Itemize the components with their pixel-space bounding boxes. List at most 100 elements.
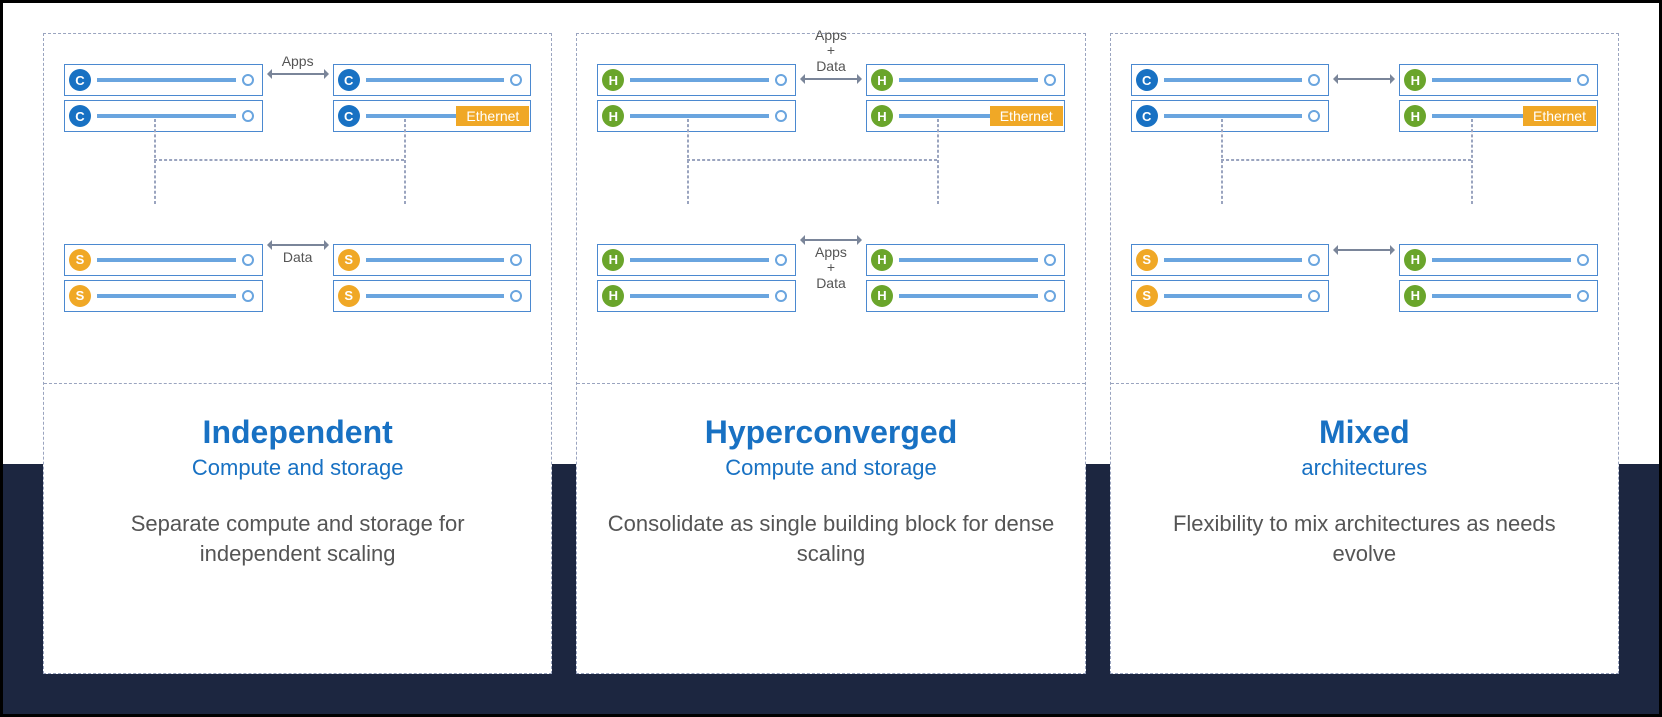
server-port-icon — [775, 110, 787, 122]
panel-title: Independent — [74, 414, 521, 451]
server-port-icon — [242, 74, 254, 86]
connector-line — [404, 119, 406, 204]
server-port-icon — [1308, 254, 1320, 266]
panel-subtitle: Compute and storage — [607, 455, 1054, 481]
server-bar-icon — [1432, 294, 1571, 298]
node-pair: SS — [333, 244, 532, 364]
server-node: H — [597, 280, 796, 312]
node-type-badge: H — [602, 249, 624, 271]
node-type-badge: H — [871, 249, 893, 271]
node-type-badge: H — [1404, 285, 1426, 307]
flow-label: Apps — [282, 54, 314, 69]
server-bar-icon — [366, 258, 505, 262]
arrow-top: Apps + Data — [801, 28, 861, 80]
panel-description: Consolidate as single building block for… — [607, 509, 1054, 568]
node-type-badge: H — [1404, 105, 1426, 127]
server-bar-icon — [366, 294, 505, 298]
node-pair: SS — [1131, 244, 1330, 364]
node-type-badge: C — [69, 69, 91, 91]
double-arrow-icon — [1334, 249, 1394, 251]
node-type-badge: H — [871, 105, 893, 127]
server-node: H — [597, 100, 796, 132]
server-port-icon — [775, 290, 787, 302]
panel-hyperconverged: HH HH HH HH Apps + Data Apps + Data Ethe… — [576, 33, 1085, 674]
flow-label: Apps + Data — [815, 28, 847, 74]
node-type-badge: S — [338, 249, 360, 271]
arrow-bottom: Apps + Data — [801, 239, 861, 291]
connector-line — [1221, 119, 1223, 204]
server-port-icon — [510, 74, 522, 86]
node-type-badge: H — [1404, 69, 1426, 91]
connector-line — [154, 159, 404, 161]
double-arrow-icon — [801, 239, 861, 241]
panel-title: Hyperconverged — [607, 414, 1054, 451]
node-type-badge: C — [69, 105, 91, 127]
connector-line — [687, 159, 937, 161]
server-bar-icon — [630, 294, 769, 298]
server-port-icon — [242, 254, 254, 266]
panel-description: Flexibility to mix architectures as need… — [1141, 509, 1588, 568]
flow-label: Apps + Data — [815, 245, 847, 291]
server-port-icon — [1577, 74, 1589, 86]
flow-label: Data — [283, 250, 313, 265]
server-node: S — [1131, 244, 1330, 276]
diagram-mixed: CC HH SS HH Ethernet — [1111, 34, 1618, 384]
arrow-top: Apps — [268, 54, 328, 75]
server-node: S — [1131, 280, 1330, 312]
node-type-badge: S — [69, 249, 91, 271]
arrow-bottom: Data — [268, 244, 328, 265]
node-type-badge: H — [602, 105, 624, 127]
panel-row: CC CC SS SS Apps Data Ethernet Independe… — [3, 3, 1659, 714]
server-port-icon — [1044, 254, 1056, 266]
server-port-icon — [1308, 290, 1320, 302]
connector-line — [154, 119, 156, 204]
ethernet-tag: Ethernet — [456, 106, 529, 126]
server-bar-icon — [97, 114, 236, 118]
server-port-icon — [1577, 290, 1589, 302]
panel-description: Separate compute and storage for indepen… — [74, 509, 521, 568]
node-type-badge: H — [602, 69, 624, 91]
server-bar-icon — [97, 294, 236, 298]
server-node: H — [597, 64, 796, 96]
panel-title: Mixed — [1141, 414, 1588, 451]
server-bar-icon — [899, 294, 1038, 298]
server-bar-icon — [1164, 258, 1303, 262]
node-type-badge: S — [69, 285, 91, 307]
node-type-badge: H — [871, 285, 893, 307]
server-bar-icon — [366, 78, 505, 82]
server-port-icon — [1308, 74, 1320, 86]
server-port-icon — [1577, 254, 1589, 266]
server-bar-icon — [1164, 114, 1303, 118]
double-arrow-icon — [1334, 78, 1394, 80]
panel-independent: CC CC SS SS Apps Data Ethernet Independe… — [43, 33, 552, 674]
node-type-badge: H — [602, 285, 624, 307]
server-port-icon — [242, 290, 254, 302]
node-type-badge: C — [338, 69, 360, 91]
node-pair: HH — [866, 244, 1065, 364]
server-node: H — [597, 244, 796, 276]
server-port-icon — [510, 254, 522, 266]
server-bar-icon — [630, 258, 769, 262]
connector-line — [937, 119, 939, 204]
node-pair: HH — [597, 64, 796, 184]
diagram-independent: CC CC SS SS Apps Data Ethernet — [44, 34, 551, 384]
server-node: C — [1131, 100, 1330, 132]
server-port-icon — [775, 74, 787, 86]
node-pair: CC — [1131, 64, 1330, 184]
node-type-badge: H — [871, 69, 893, 91]
server-bar-icon — [1164, 78, 1303, 82]
panel-text: Mixed architectures Flexibility to mix a… — [1111, 384, 1618, 608]
arrow-bottom — [1334, 249, 1394, 251]
server-port-icon — [775, 254, 787, 266]
server-node: S — [64, 280, 263, 312]
diagram-hyperconverged: HH HH HH HH Apps + Data Apps + Data Ethe… — [577, 34, 1084, 384]
server-port-icon — [510, 290, 522, 302]
node-pair: SS — [64, 244, 263, 364]
arrow-top — [1334, 78, 1394, 80]
server-node: H — [1399, 64, 1598, 96]
server-node: C — [64, 64, 263, 96]
node-type-badge: C — [1136, 105, 1158, 127]
server-node: H — [1399, 280, 1598, 312]
server-bar-icon — [1432, 258, 1571, 262]
connector-line — [1471, 119, 1473, 204]
